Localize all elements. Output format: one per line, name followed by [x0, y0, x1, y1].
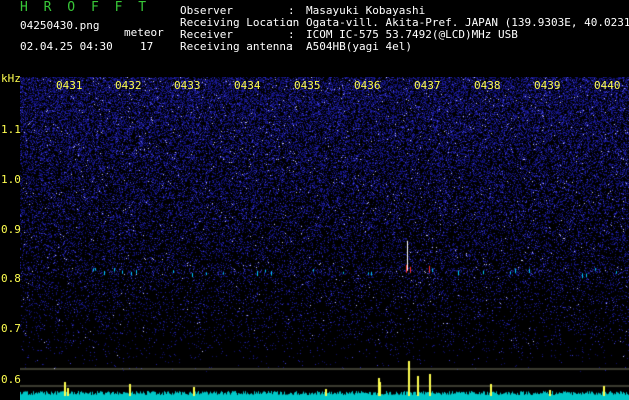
- x-tick-0431: 0431: [56, 79, 83, 92]
- y-tick-0-7: 0.7: [1, 322, 21, 335]
- spectrogram: [20, 77, 629, 400]
- x-tick-0432: 0432: [115, 79, 142, 92]
- x-tick-0437: 0437: [414, 79, 441, 92]
- x-tick-0433: 0433: [174, 79, 201, 92]
- x-tick-0435: 0435: [294, 79, 321, 92]
- x-tick-0440: 0440: [594, 79, 621, 92]
- x-tick-0439: 0439: [534, 79, 561, 92]
- app-title: H R O F F T: [20, 0, 151, 15]
- x-tick-0438: 0438: [474, 79, 501, 92]
- antenna-label: Receiving antenna: [180, 40, 293, 53]
- y-tick-0-9: 0.9: [1, 223, 21, 236]
- y-axis-unit: kHz: [1, 72, 21, 85]
- y-tick-0-8: 0.8: [1, 272, 21, 285]
- y-tick-1-0: 1.0: [1, 173, 21, 186]
- capture-datetime: 02.04.25 04:30: [20, 40, 113, 53]
- y-tick-0-6: 0.6: [1, 373, 21, 386]
- meteor-count: 17: [140, 40, 154, 53]
- meteor-label: meteor: [124, 26, 164, 39]
- y-tick-1-1: 1.1: [1, 123, 21, 136]
- antenna-colon: :: [288, 40, 295, 53]
- antenna-value: A504HB(yagi 4el): [306, 40, 412, 53]
- file-name: 04250430.png: [20, 19, 100, 32]
- x-tick-0436: 0436: [354, 79, 381, 92]
- x-tick-0434: 0434: [234, 79, 261, 92]
